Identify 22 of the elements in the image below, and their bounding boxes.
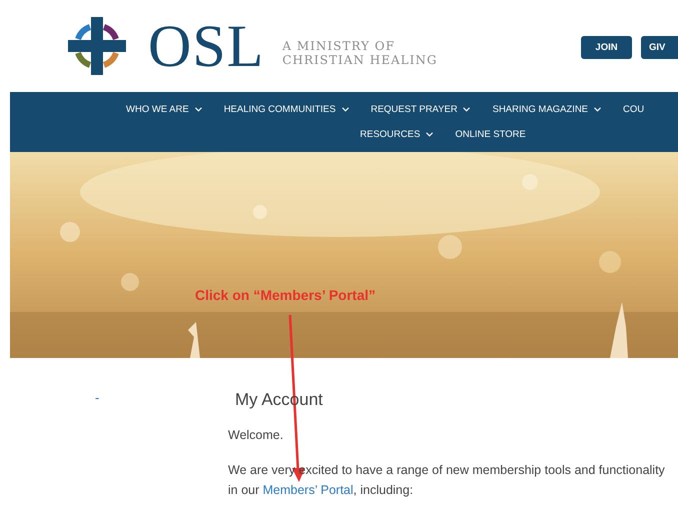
nav-item[interactable]: HEALING COMMUNITIES xyxy=(224,104,349,115)
members-portal-link[interactable]: Members’ Portal xyxy=(262,483,354,497)
cross-logo-icon xyxy=(68,17,126,75)
nav-item[interactable]: WHO WE ARE xyxy=(126,104,202,115)
annotation-text: Click on “Members’ Portal” xyxy=(195,287,376,303)
chevron-down-icon xyxy=(594,107,602,112)
logo-text: OSL xyxy=(148,16,264,76)
tagline: CHRISTIAN HEALING xyxy=(282,53,438,67)
nav-item[interactable]: RESOURCES xyxy=(360,129,434,140)
nav-item[interactable]: SHARING MAGAZINE xyxy=(492,104,602,115)
chevron-down-icon xyxy=(426,132,434,137)
nav-item[interactable]: ONLINE STORE xyxy=(455,129,526,140)
chevron-down-icon xyxy=(342,107,349,112)
welcome-text: Welcome. xyxy=(228,427,284,444)
sidebar-marker: - xyxy=(95,390,100,405)
header-button[interactable]: GIV xyxy=(641,36,678,58)
chevron-down-icon xyxy=(194,107,202,112)
header-button[interactable]: JOIN xyxy=(581,36,632,58)
nav-item[interactable]: REQUEST PRAYER xyxy=(370,104,470,115)
chevron-down-icon xyxy=(463,107,470,112)
nav-item[interactable]: COU xyxy=(623,104,644,115)
tagline: A MINISTRY OF xyxy=(282,39,396,53)
